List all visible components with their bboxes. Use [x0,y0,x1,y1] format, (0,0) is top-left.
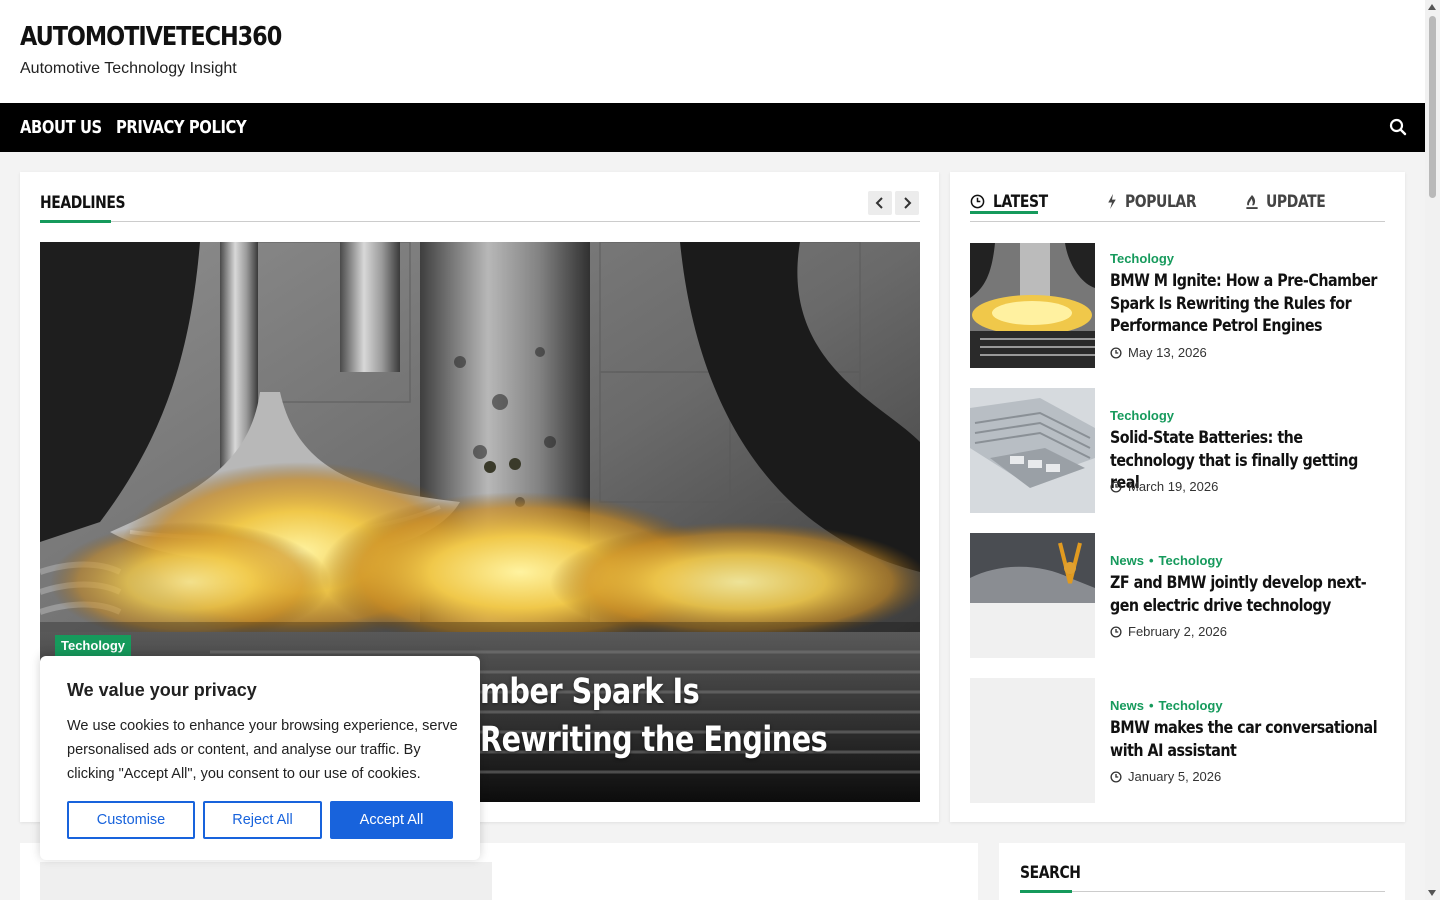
post-categories: News • Techology [1110,553,1223,568]
post-title-text[interactable]: BMW makes the car conversational with AI… [1110,717,1387,762]
post-date: March 19, 2026 [1110,479,1218,494]
search-title-divider [1020,891,1385,892]
scrollbar-thumb[interactable] [1429,16,1436,198]
bolt-icon [1108,194,1116,209]
cookie-title: We value your privacy [67,680,257,700]
headlines-title-underline [40,220,111,223]
slider-next-button[interactable] [895,191,919,215]
nav-item-privacy-policy[interactable]: PRIVACY POLICY [116,117,247,138]
image-placeholder [40,862,492,900]
customise-button[interactable]: Customise [67,801,195,839]
hero-title[interactable]: mber Spark Is Rewriting the Engines [480,668,833,764]
post-categories: News • Techology [1110,698,1223,713]
cookie-consent-banner: We value your privacy We use cookies to … [40,656,480,860]
flame-icon [1246,194,1258,209]
nav-item-about-us[interactable]: ABOUT US [20,117,102,138]
tab-active-underline [970,211,1038,214]
chevron-right-icon [904,197,912,209]
post-categories: Techology [1110,408,1174,423]
post-thumbnail[interactable] [970,388,1095,513]
post-title[interactable]: BMW makes the car conversational with AI… [1110,717,1385,762]
main-navigation: ABOUT US PRIVACY POLICY [0,103,1425,152]
search-widget-title: SEARCH [1020,863,1081,883]
list-item: News • Techology ZF and BMW jointly develo… [970,533,1385,658]
clock-icon [1110,626,1122,638]
post-thumbnail[interactable] [970,243,1095,368]
clock-icon [970,194,985,209]
post-date-text: January 5, 2026 [1128,769,1222,784]
category-link[interactable]: News [1110,698,1144,713]
tab-popular-label: POPULAR [1125,192,1197,212]
post-date-text: March 19, 2026 [1128,479,1219,494]
post-title-text[interactable]: BMW M Ignite: How a Pre-Chamber Spark Is… [1110,270,1387,338]
chevron-left-icon [875,197,883,209]
cookie-description: We use cookies to enhance your browsing … [67,718,458,782]
post-thumbnail[interactable] [970,533,1095,658]
post-title-text[interactable]: ZF and BMW jointly develop next-gen elec… [1110,572,1387,617]
tab-latest[interactable]: LATEST [970,192,1060,214]
category-link[interactable]: News [1110,553,1144,568]
post-title[interactable]: ZF and BMW jointly develop next-gen elec… [1110,572,1385,617]
list-item: News • Techology BMW makes the car convers… [970,678,1385,803]
headlines-header: HEADLINES [40,191,920,223]
category-link[interactable]: Techology [1110,408,1174,423]
tab-update-label: UPDATE [1266,192,1326,212]
category-separator: • [1148,698,1154,713]
post-thumbnail[interactable] [970,678,1095,803]
scroll-down-arrow-icon[interactable] [1428,890,1436,896]
category-link[interactable]: Techology [1159,698,1223,713]
site-title[interactable]: AUTOMOTIVETECH360 [20,22,282,52]
post-categories: Techology [1110,251,1174,266]
post-title[interactable]: BMW M Ignite: How a Pre-Chamber Spark Is… [1110,270,1385,338]
post-date-text: May 13, 2026 [1128,345,1207,360]
category-separator: • [1148,553,1154,568]
post-date: January 5, 2026 [1110,769,1221,784]
site-tagline: Automotive Technology Insight [20,60,237,77]
tab-popular[interactable]: POPULAR [1107,192,1212,212]
scroll-up-arrow-icon[interactable] [1428,4,1436,10]
headlines-title: HEADLINES [40,193,126,213]
reject-all-button[interactable]: Reject All [203,801,322,839]
post-date-text: February 2, 2026 [1128,624,1228,639]
list-item: Techology Solid-State Batteries: the tec… [970,388,1385,513]
clock-icon [1110,481,1122,493]
list-item: Techology BMW M Ignite: How a Pre-Chambe… [970,243,1385,368]
tab-latest-label: LATEST [993,192,1048,212]
accept-all-button[interactable]: Accept All [330,801,453,839]
site-header: AUTOMOTIVETECH360 Automotive Technology … [0,0,1425,103]
clock-icon [1110,771,1122,783]
search-icon[interactable] [1389,118,1407,136]
search-title-underline [1020,890,1072,893]
slider-prev-button[interactable] [868,191,892,215]
category-link[interactable]: Techology [1159,553,1223,568]
hero-category-badge[interactable]: Techology [55,635,132,656]
tab-update[interactable]: UPDATE [1246,192,1338,212]
post-date: February 2, 2026 [1110,624,1227,639]
post-tabs: LATEST POPULAR UPDATE [970,191,1385,222]
page-scrollbar[interactable] [1425,0,1440,900]
post-date: May 13, 2026 [1110,345,1207,360]
category-link[interactable]: Techology [1110,251,1174,266]
clock-icon [1110,347,1122,359]
